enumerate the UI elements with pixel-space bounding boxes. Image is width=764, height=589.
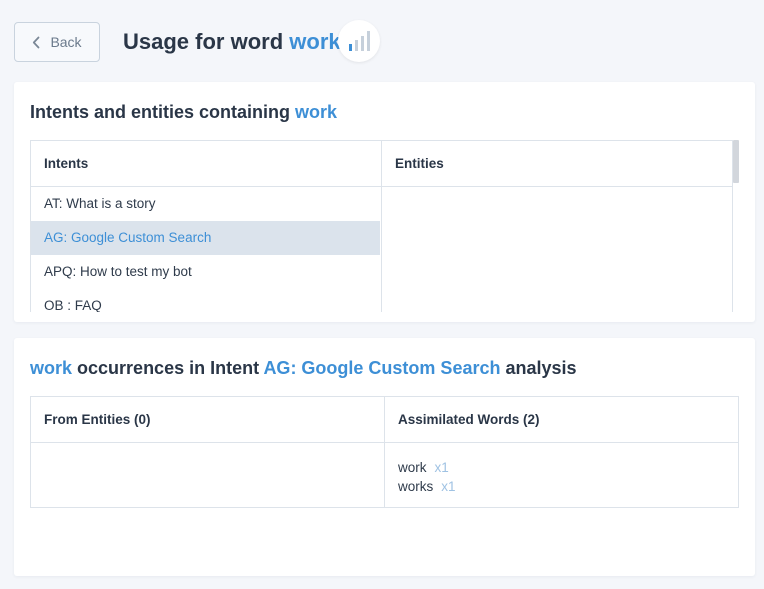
scrollbar-thumb[interactable] xyxy=(733,140,739,183)
page-title-word: work xyxy=(289,29,341,54)
entities-list xyxy=(382,187,732,312)
entities-column-header: Entities xyxy=(395,156,444,171)
intents-entities-body[interactable]: AT: What is a story AG: Google Custom Se… xyxy=(31,187,732,312)
assimilated-word-count: x1 xyxy=(434,460,449,475)
intents-card-title: Intents and entities containing work xyxy=(30,101,337,123)
intents-card-title-word: work xyxy=(295,102,338,122)
intents-entities-card: Intents and entities containing work Int… xyxy=(14,82,755,322)
from-entities-cell xyxy=(31,443,385,507)
page-title: Usage for word work xyxy=(123,28,341,56)
page-title-prefix: Usage for word xyxy=(123,29,284,54)
back-label: Back xyxy=(50,34,82,50)
assimilated-word: work xyxy=(398,460,427,475)
intent-item[interactable]: OB : FAQ xyxy=(31,289,381,312)
occurrences-title-suffix: analysis xyxy=(505,358,577,378)
assimilated-word-row: work x1 xyxy=(398,458,738,477)
occurrences-header: From Entities (0) Assimilated Words (2) xyxy=(31,397,738,443)
occurrences-title-word: work xyxy=(30,358,73,378)
assimilated-word-row: works x1 xyxy=(398,477,738,496)
occurrences-body: work x1 works x1 xyxy=(31,443,738,507)
usage-bars-icon xyxy=(338,20,380,62)
assimilated-words-cell: work x1 works x1 xyxy=(385,443,738,507)
intents-card-title-prefix: Intents and entities containing xyxy=(30,102,291,122)
intent-item[interactable]: AT: What is a story xyxy=(31,187,381,221)
intents-column-header: Intents xyxy=(31,141,382,186)
occurrences-title-middle: occurrences in Intent xyxy=(77,358,260,378)
occurrences-card-title: work occurrences in Intent AG: Google Cu… xyxy=(30,357,577,379)
intents-entities-table: Intents Entities AT: What is a story AG:… xyxy=(30,140,733,312)
intents-entities-header: Intents Entities xyxy=(31,141,732,187)
intent-item-selected[interactable]: AG: Google Custom Search xyxy=(31,221,380,255)
assimilated-word-count: x1 xyxy=(441,479,456,494)
intent-item[interactable]: APQ: How to test my bot xyxy=(31,255,381,289)
occurrences-title-intent: AG: Google Custom Search xyxy=(263,358,501,378)
occurrences-card: work occurrences in Intent AG: Google Cu… xyxy=(14,338,755,576)
from-entities-column-header: From Entities (0) xyxy=(31,397,385,442)
chevron-left-icon xyxy=(33,36,40,48)
assimilated-word: works xyxy=(398,479,434,494)
back-button[interactable]: Back xyxy=(14,22,100,62)
assimilated-words-list: work x1 works x1 xyxy=(385,443,738,496)
occurrences-table: From Entities (0) Assimilated Words (2) … xyxy=(30,396,739,508)
assimilated-words-column-header: Assimilated Words (2) xyxy=(398,412,540,427)
intents-list[interactable]: AT: What is a story AG: Google Custom Se… xyxy=(31,187,382,312)
